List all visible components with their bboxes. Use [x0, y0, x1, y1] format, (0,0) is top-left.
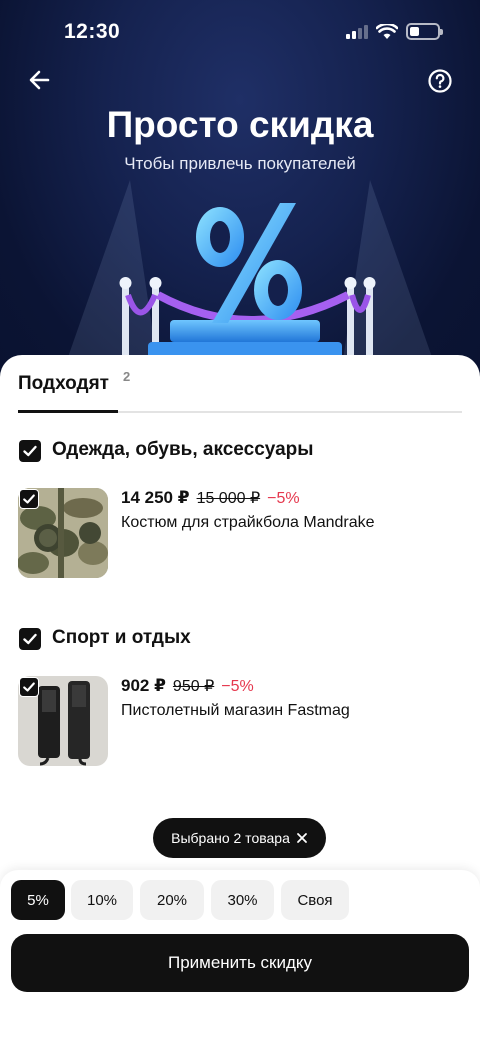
- category-title: Одежда, обувь, аксессуары: [52, 439, 314, 460]
- apply-discount-button[interactable]: Применить скидку: [11, 934, 469, 992]
- product-checkbox[interactable]: [19, 489, 39, 509]
- category-checkbox[interactable]: [19, 628, 41, 650]
- product-name[interactable]: Костюм для страйкбола Mandrake: [121, 514, 375, 532]
- arrow-left-icon: [29, 70, 50, 90]
- status-time: 12:30: [64, 20, 121, 43]
- battery-icon: [406, 23, 443, 40]
- check-icon: [23, 494, 35, 504]
- content-sheet: [0, 355, 480, 875]
- selected-count-label: Выбрано 2 товара: [171, 830, 290, 846]
- price-discount: −5%: [267, 490, 300, 507]
- check-icon: [23, 682, 35, 692]
- close-icon[interactable]: [296, 832, 308, 844]
- discount-chip-10[interactable]: 10%: [71, 880, 133, 920]
- price-row: 14 250 ₽ 15 000 ₽ −5%: [121, 488, 300, 512]
- price-current: 14 250 ₽: [121, 488, 190, 507]
- status-bar: 12:30: [0, 0, 480, 64]
- discount-chip-30[interactable]: 30%: [211, 880, 274, 920]
- price-discount: −5%: [221, 678, 254, 695]
- page-subtitle: Чтобы привлечь покупателей: [124, 154, 356, 173]
- category-checkbox[interactable]: [19, 440, 41, 462]
- price-old: 950 ₽: [172, 678, 215, 695]
- battery-level: [410, 27, 419, 36]
- discount-chip-20[interactable]: 20%: [140, 880, 204, 920]
- check-icon: [23, 633, 37, 645]
- question-circle-icon: [428, 69, 452, 93]
- price-current: 902 ₽: [121, 676, 166, 695]
- discount-chip-5[interactable]: 5%: [11, 880, 65, 920]
- tab-suitable[interactable]: Подходят 2: [18, 369, 130, 413]
- tab-count-badge: 2: [123, 369, 131, 384]
- check-icon: [23, 445, 37, 457]
- price-row: 902 ₽ 950 ₽ −5%: [121, 676, 254, 700]
- status-icons: [346, 23, 443, 40]
- category-title: Спорт и отдых: [52, 627, 191, 648]
- back-button[interactable]: [24, 64, 56, 96]
- selected-count-pill[interactable]: Выбрано 2 товара: [153, 818, 326, 858]
- page-title: Просто скидка: [106, 104, 374, 145]
- product-checkbox[interactable]: [19, 677, 39, 697]
- price-old: 15 000 ₽: [196, 490, 261, 507]
- help-button[interactable]: [425, 66, 455, 96]
- tab-active-indicator: [18, 410, 118, 413]
- tab-label: Подходят: [18, 373, 109, 394]
- wifi-icon: [376, 23, 398, 39]
- percent-podium-illustration: [119, 203, 376, 375]
- tab-bar: Подходят 2: [18, 369, 462, 415]
- signal-icon: [346, 24, 368, 39]
- discount-chip-custom[interactable]: Своя: [281, 880, 349, 920]
- product-name[interactable]: Пистолетный магазин Fastmag: [121, 702, 350, 720]
